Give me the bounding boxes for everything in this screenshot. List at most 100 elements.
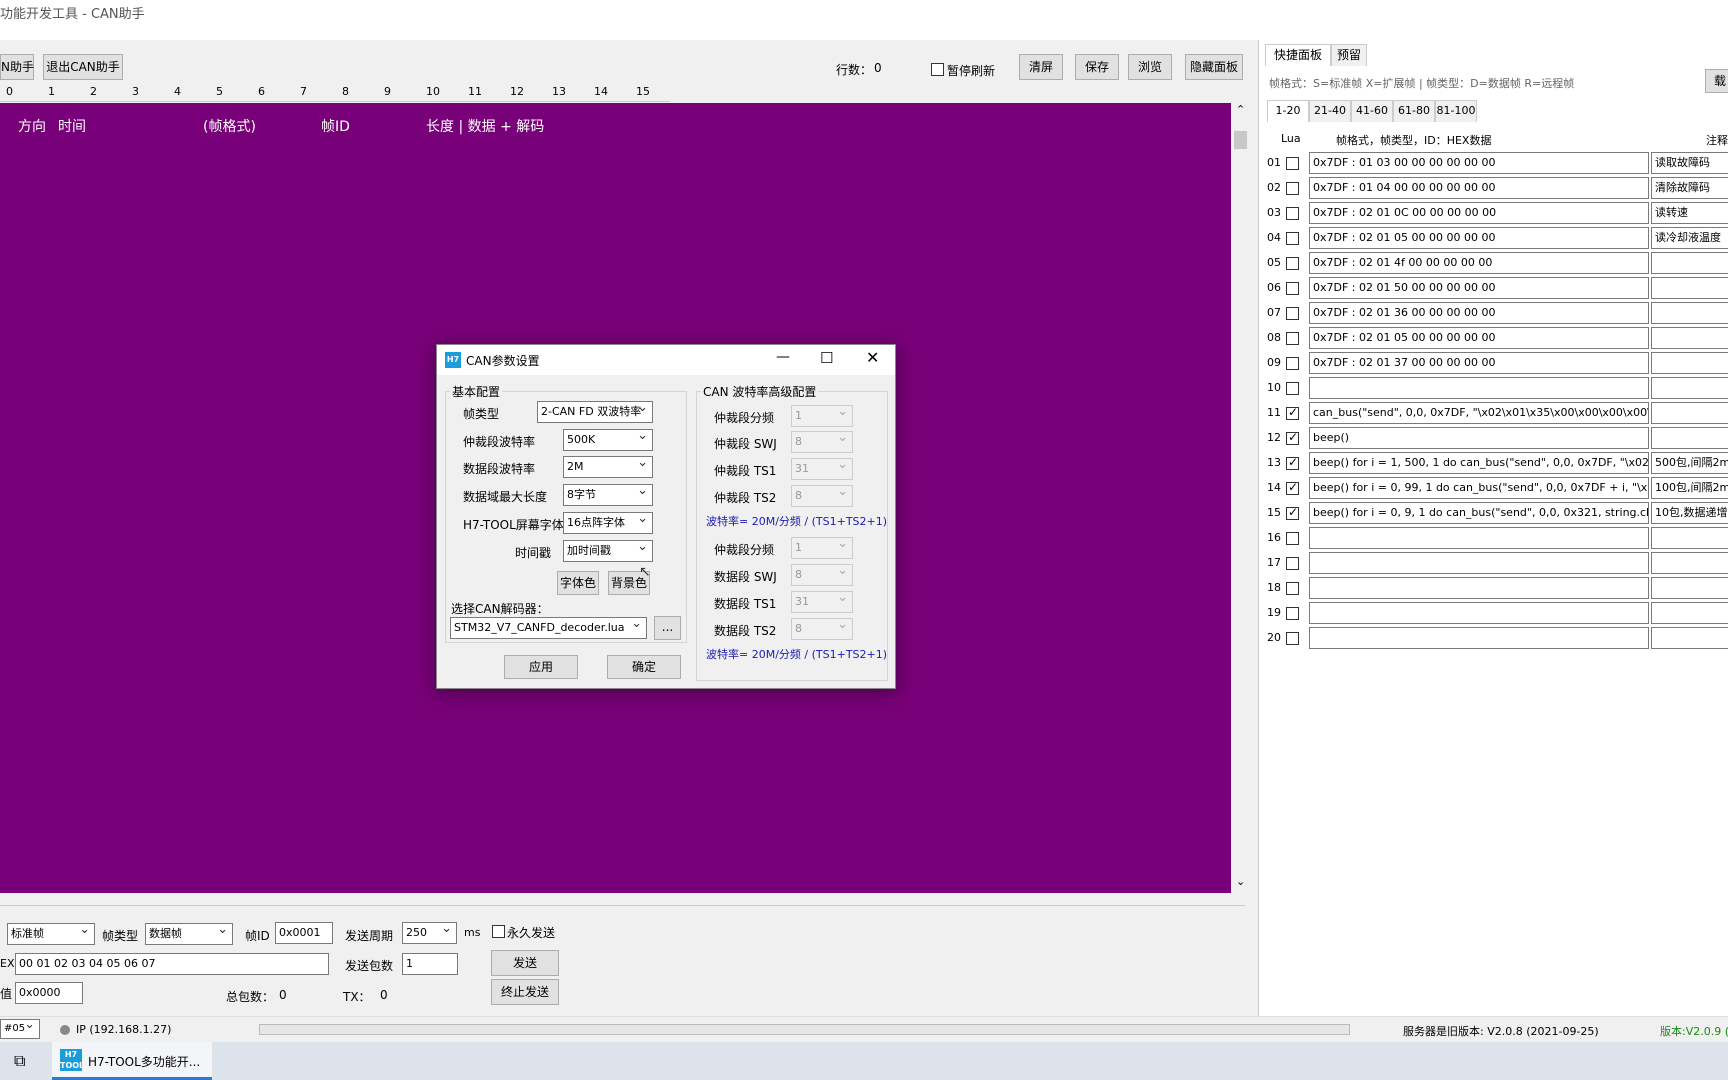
row-note-input[interactable]: 读冷却液温度 <box>1651 227 1728 249</box>
row-note-input[interactable]: 读取故障码 <box>1651 152 1728 174</box>
exit-can-button[interactable]: 退出CAN助手 <box>43 54 123 80</box>
row-lua-checkbox[interactable] <box>1286 307 1299 320</box>
page-tab-41-60[interactable]: 41-60 <box>1351 100 1393 122</box>
row-lua-checkbox[interactable] <box>1286 557 1299 570</box>
clear-button[interactable]: 清屏 <box>1019 54 1063 80</box>
row-note-input[interactable] <box>1651 552 1728 574</box>
row-data-input[interactable] <box>1309 577 1649 599</box>
row-data-input[interactable]: can_bus("send", 0,0, 0x7DF, "\x02\x01\x3… <box>1309 402 1649 424</box>
forever-send-checkbox[interactable] <box>492 925 505 938</box>
row-data-input[interactable] <box>1309 602 1649 624</box>
value-input[interactable]: 0x0000 <box>15 982 83 1004</box>
row-data-input[interactable]: 0x7DF : 01 04 00 00 00 00 00 00 <box>1309 177 1649 199</box>
row-lua-checkbox[interactable] <box>1286 532 1299 545</box>
pause-refresh-checkbox[interactable] <box>931 63 944 76</box>
row-note-input[interactable] <box>1651 277 1728 299</box>
row-note-input[interactable] <box>1651 627 1728 649</box>
row-note-input[interactable] <box>1651 327 1728 349</box>
can-assistant-button[interactable]: N助手 <box>0 54 34 80</box>
timestamp-select[interactable]: 加时间戳 <box>563 540 653 562</box>
row-note-input[interactable] <box>1651 302 1728 324</box>
ok-button[interactable]: 确定 <box>607 655 681 679</box>
row-data-input[interactable]: 0x7DF : 02 01 37 00 00 00 00 00 <box>1309 352 1649 374</box>
scroll-up-icon[interactable]: ⌃ <box>1236 103 1245 116</box>
frame-format-select[interactable]: 标准帧 <box>7 923 95 945</box>
row-note-input[interactable] <box>1651 377 1728 399</box>
data-div-select[interactable]: 1 <box>791 537 853 559</box>
row-lua-checkbox[interactable] <box>1286 455 1299 470</box>
arb-ts2-select[interactable]: 8 <box>791 485 853 507</box>
page-tab-21-40[interactable]: 21-40 <box>1309 100 1351 122</box>
row-data-input[interactable]: 0x7DF : 02 01 05 00 00 00 00 00 <box>1309 327 1649 349</box>
row-data-input[interactable]: 0x7DF : 02 01 05 00 00 00 00 00 <box>1309 227 1649 249</box>
send-button[interactable]: 发送 <box>491 950 559 976</box>
row-note-input[interactable] <box>1651 602 1728 624</box>
port-select[interactable]: #05 <box>0 1019 40 1039</box>
taskbar-app-h7tool[interactable]: H7 TOOL H7-TOOL多功能开... <box>52 1042 212 1080</box>
maximize-icon[interactable]: ☐ <box>820 349 833 367</box>
dialog-titlebar[interactable]: H7 CAN参数设置 — ☐ ✕ <box>437 345 895 375</box>
row-note-input[interactable] <box>1651 402 1728 424</box>
apply-button[interactable]: 应用 <box>504 655 578 679</box>
row-lua-checkbox[interactable] <box>1286 282 1299 295</box>
send-count-input[interactable]: 1 <box>402 953 458 975</box>
hex-data-input[interactable]: 00 01 02 03 04 05 06 07 <box>15 953 329 975</box>
font-color-button[interactable]: 字体色 <box>557 571 599 595</box>
row-note-input[interactable]: 500包,间隔2ms <box>1651 452 1728 474</box>
page-tab-81-100[interactable]: 81-100 <box>1435 100 1477 122</box>
decoder-select[interactable]: STM32_V7_CANFD_decoder.lua <box>450 617 647 639</box>
row-lua-checkbox[interactable] <box>1286 207 1299 220</box>
data-ts2-select[interactable]: 8 <box>791 618 853 640</box>
row-note-input[interactable]: 100包,间隔2ms <box>1651 477 1728 499</box>
minimize-icon[interactable]: — <box>776 349 790 365</box>
decoder-browse-button[interactable]: ... <box>654 616 681 640</box>
tab-reserve[interactable]: 预留 <box>1331 44 1367 66</box>
frame-type-select[interactable]: 数据帧 <box>145 923 233 945</box>
page-tab-1-20[interactable]: 1-20 <box>1267 100 1309 122</box>
row-data-input[interactable]: 0x7DF : 02 01 36 00 00 00 00 00 <box>1309 302 1649 324</box>
row-note-input[interactable]: 10包,数据递增 <box>1651 502 1728 524</box>
save-button[interactable]: 保存 <box>1075 54 1119 80</box>
arb-swj-select[interactable]: 8 <box>791 431 853 453</box>
row-note-input[interactable] <box>1651 352 1728 374</box>
arb-baud-select[interactable]: 500K <box>563 429 653 451</box>
row-data-input[interactable] <box>1309 552 1649 574</box>
row-lua-checkbox[interactable] <box>1286 232 1299 245</box>
row-lua-checkbox[interactable] <box>1286 607 1299 620</box>
row-lua-checkbox[interactable] <box>1286 505 1299 520</box>
row-lua-checkbox[interactable] <box>1286 382 1299 395</box>
row-data-input[interactable] <box>1309 627 1649 649</box>
row-note-input[interactable]: 清除故障码 <box>1651 177 1728 199</box>
scroll-down-icon[interactable]: ⌄ <box>1236 875 1245 888</box>
data-swj-select[interactable]: 8 <box>791 564 853 586</box>
hide-panel-button[interactable]: 隐藏面板 <box>1185 54 1243 80</box>
row-note-input[interactable] <box>1651 577 1728 599</box>
frame-type-select[interactable]: 2-CAN FD 双波特率 <box>537 401 653 423</box>
row-lua-checkbox[interactable] <box>1286 582 1299 595</box>
row-lua-checkbox[interactable] <box>1286 430 1299 445</box>
max-len-select[interactable]: 8字节 <box>563 484 653 506</box>
row-data-input[interactable]: 0x7DF : 02 01 50 00 00 00 00 00 <box>1309 277 1649 299</box>
row-data-input[interactable] <box>1309 377 1649 399</box>
period-select[interactable]: 250 <box>402 922 457 944</box>
row-lua-checkbox[interactable] <box>1286 632 1299 645</box>
arb-div-select[interactable]: 1 <box>791 405 853 427</box>
row-data-input[interactable]: 0x7DF : 02 01 0C 00 00 00 00 00 <box>1309 202 1649 224</box>
row-lua-checkbox[interactable] <box>1286 157 1299 170</box>
stop-send-button[interactable]: 终止发送 <box>491 979 559 1005</box>
browse-button[interactable]: 浏览 <box>1128 54 1172 80</box>
row-lua-checkbox[interactable] <box>1286 480 1299 495</box>
row-lua-checkbox[interactable] <box>1286 182 1299 195</box>
row-note-input[interactable] <box>1651 252 1728 274</box>
arb-ts1-select[interactable]: 31 <box>791 458 853 480</box>
row-note-input[interactable] <box>1651 427 1728 449</box>
row-lua-checkbox[interactable] <box>1286 357 1299 370</box>
row-data-input[interactable]: 0x7DF : 01 03 00 00 00 00 00 00 <box>1309 152 1649 174</box>
row-note-input[interactable] <box>1651 527 1728 549</box>
row-data-input[interactable]: beep() <box>1309 427 1649 449</box>
terminal-scrollbar[interactable]: ⌃ ⌄ <box>1232 103 1250 893</box>
page-tab-61-80[interactable]: 61-80 <box>1393 100 1435 122</box>
row-data-input[interactable]: beep() for i = 1, 500, 1 do can_bus("sen… <box>1309 452 1649 474</box>
task-view-icon[interactable]: ⧉ <box>14 1051 25 1071</box>
row-data-input[interactable]: beep() for i = 0, 99, 1 do can_bus("send… <box>1309 477 1649 499</box>
